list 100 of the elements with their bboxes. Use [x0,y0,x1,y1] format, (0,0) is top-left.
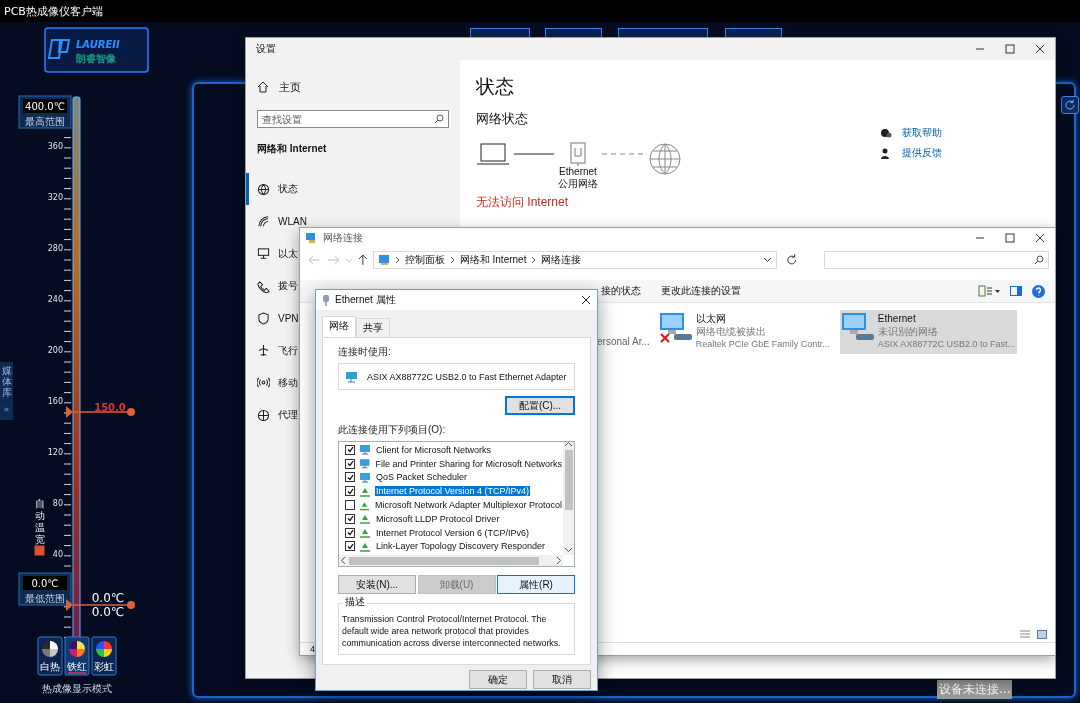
home-label: 主页 [279,79,301,95]
refresh-icon [1064,99,1076,111]
side-tab-arrow: » [3,404,10,414]
view-options-icon[interactable] [978,285,1000,297]
list-item[interactable]: File and Printer Sharing for Microsoft Networks [374,458,563,469]
tick-label: 80 [52,499,63,508]
checkbox[interactable] [345,541,355,552]
monitor-icon [359,444,371,456]
nav-item[interactable]: 移动 [246,366,300,400]
nav-item[interactable]: 代理 [246,399,300,432]
scroll-left-icon[interactable] [341,557,345,564]
palette-label: 铁红 [67,661,87,672]
tiles-view-icon[interactable] [1037,630,1047,639]
nav-item[interactable]: 拨号 [246,269,300,303]
max-temperature[interactable]: 400.0℃ [25,101,65,112]
adapter-item[interactable]: 以太网 网络电缆被拔出 Realtek PCIe GbE Family Contr... [657,310,832,354]
window-title: 网络连接 [323,231,363,245]
auto-range-checkbox[interactable] [34,545,45,556]
checkbox[interactable] [345,486,355,497]
list-item[interactable]: Microsoft LLDP Protocol Driver [375,513,501,524]
checkbox[interactable] [345,444,355,455]
address-bar[interactable]: 控制面板 网络和 Internet 网络连接 [372,251,777,269]
checkbox[interactable] [345,527,355,538]
breadcrumb-item[interactable]: 网络和 Internet [459,253,527,267]
scroll-up-icon[interactable] [565,442,572,446]
search-icon [1034,255,1044,265]
command-item[interactable]: 接的状态 [601,284,641,298]
preview-pane-icon[interactable] [1010,286,1022,296]
min-range-label: 最低范围 [25,593,65,604]
checkbox[interactable] [345,513,355,524]
tick-label: 40 [52,550,63,559]
toolbar-tab[interactable] [545,28,602,38]
side-tab-label: 媒 [1,365,12,376]
list-item[interactable]: Client for Microsoft Networks [375,444,493,455]
help-icon[interactable] [1032,284,1045,298]
status-bar-text: 4 [310,644,315,654]
nav-item[interactable]: VPN [246,302,301,335]
person-icon [880,147,892,159]
toolbar-tab[interactable] [618,28,708,38]
toolbar-tab[interactable] [725,28,782,38]
dropdown-caret-icon[interactable] [762,257,772,263]
temperature-readout: 0.0℃ [91,605,125,619]
configure-button[interactable]: 配置(C)... [505,396,575,415]
globe-icon [257,408,270,422]
tick-label: 120 [47,448,63,457]
checkbox[interactable] [345,458,355,469]
search-field[interactable]: 查找设置 [257,110,449,128]
tab[interactable]: 网络 [322,316,356,337]
close-icon[interactable] [581,295,591,305]
palette-icon [42,641,58,657]
checkbox[interactable] [345,500,355,511]
adapter-name: Ethernet [559,166,597,178]
page-heading: 状态 [476,75,515,99]
ethernet-port-icon [569,142,587,166]
list-item[interactable]: Internet Protocol Version 4 (TCP/IPv4) [375,486,531,497]
help-link[interactable]: 获取帮助 [880,126,1055,140]
scroll-right-icon[interactable] [557,557,561,564]
palette-label: 彩虹 [94,661,114,672]
nav-item[interactable]: 状态 [246,173,300,206]
tick-label: 360 [47,142,63,151]
vertical-scrollbar[interactable] [563,442,574,555]
side-tab-label: 体 [1,376,12,387]
home-item[interactable]: 主页 [246,75,460,99]
list-item[interactable]: Link-Layer Topology Discovery Responder [375,541,546,552]
cancel-button[interactable]: 取消 [533,670,591,689]
nav-item[interactable]: 以太 [246,237,300,270]
chevron-icon [449,256,455,264]
action-button[interactable]: 安装(N)... [338,575,416,594]
tick-label: 160 [47,397,63,406]
adapter-item[interactable]: Ethernet 未识别的网络 ASIX AX88772C USB2.0 to Fast... [839,310,1017,354]
breadcrumb-item[interactable]: 控制面板 [404,253,445,267]
breadcrumb-item[interactable]: 网络连接 [541,253,582,267]
max-range-box [18,95,72,129]
nav-item[interactable]: WLAN [246,205,309,238]
up-icon[interactable] [357,254,369,266]
refresh-button[interactable] [1061,96,1079,114]
checkbox[interactable] [345,472,355,483]
network-adapter-icon [345,370,359,383]
side-tab[interactable] [0,362,13,420]
help-link[interactable]: 提供反馈 [880,146,1055,160]
command-item[interactable]: 更改此连接的设置 [661,284,741,298]
adapter-description: ersonal Ar... [597,336,650,348]
ok-button[interactable]: 确定 [469,670,527,689]
threshold-value: 150.0 [94,402,126,413]
shield-icon [257,311,270,325]
chevron-icon [394,256,400,264]
app-title: PCB热成像仪客户端 [4,3,103,19]
monitor-icon [359,472,371,483]
nav-item[interactable]: 飞行 [246,334,300,367]
scroll-down-icon[interactable] [565,548,572,552]
list-item[interactable]: QoS Packet Scheduler [375,472,469,483]
connection-status: 设备未连接... [937,680,1013,699]
list-item[interactable]: Microsoft Network Adapter Multiplexor Protocol [373,500,563,511]
action-button[interactable]: 属性(R) [497,575,575,594]
toolbar-tab[interactable] [470,28,530,38]
tick-label: 320 [47,193,63,202]
list-item[interactable]: Internet Protocol Version 6 (TCP/IPv6) [375,527,531,538]
search-icon [434,114,444,124]
horizontal-scrollbar[interactable] [339,555,563,566]
tab[interactable]: 共享 [356,318,390,337]
